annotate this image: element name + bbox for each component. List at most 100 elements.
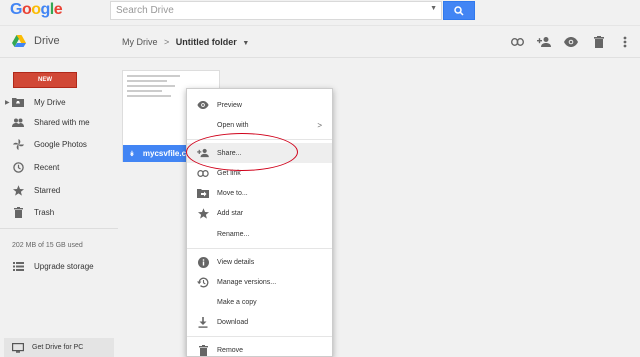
star-icon (12, 184, 24, 196)
my-drive-icon (12, 96, 24, 108)
toolbar: Drive My Drive > Untitled folder ▼ (0, 26, 640, 58)
info-icon (197, 256, 209, 268)
menu-item-label: Remove (217, 346, 244, 354)
sidebar-item-my-drive[interactable]: ▶ My Drive (0, 92, 118, 112)
get-link-button[interactable] (510, 35, 524, 49)
eye-icon (564, 37, 578, 47)
menu-item-label: Download (217, 318, 249, 326)
get-drive-for-pc-button[interactable]: Get Drive for PC (4, 338, 114, 357)
sidebar-item-starred[interactable]: Starred (0, 180, 118, 200)
menu-item-label: Move to... (217, 189, 248, 197)
menu-item-rename[interactable]: Rename... (187, 224, 332, 244)
app-title: Drive (34, 35, 60, 47)
menu-item-view-details[interactable]: View details (187, 252, 332, 272)
top-bar: Google Search Drive ▼ (0, 0, 640, 26)
menu-item-label: View details (217, 258, 255, 266)
sidebar-item-label: Starred (34, 185, 61, 195)
sidebar-item-shared-with-me[interactable]: Shared with me (0, 112, 118, 132)
sidebar-item-label: Shared with me (34, 117, 90, 127)
sidebar-item-google-photos[interactable]: Google Photos (0, 134, 118, 154)
folder-move-icon (197, 187, 209, 199)
menu-item-add-star[interactable]: Add star (187, 203, 332, 223)
history-icon (197, 276, 209, 288)
logo-letter: o (21, 1, 32, 18)
storage-quota: 202 MB of 15 GB used (12, 242, 83, 249)
menu-item-download[interactable]: Download (187, 312, 332, 332)
sidebar: NEW ▶ My Drive Shared with me Google Pho… (0, 58, 118, 357)
sidebar-item-label: Trash (34, 207, 55, 217)
trash-icon (594, 36, 604, 48)
search-icon (454, 5, 464, 16)
sidebar-item-trash[interactable]: Trash (0, 202, 118, 222)
trash-icon (197, 344, 209, 356)
menu-item-open-with[interactable]: Open with > (187, 115, 332, 135)
file-type-icon: ↡ (129, 150, 135, 158)
new-button[interactable]: NEW (13, 72, 77, 88)
menu-item-label: Add star (217, 209, 244, 217)
trash-icon (12, 206, 24, 218)
menu-item-get-link[interactable]: Get link (187, 163, 332, 183)
upgrade-storage-label: Upgrade storage (34, 261, 94, 271)
menu-item-move-to[interactable]: Move to... (187, 183, 332, 203)
logo-letter: g (40, 1, 51, 18)
remove-button[interactable] (592, 35, 606, 49)
menu-item-label: Manage versions... (217, 278, 277, 286)
search-placeholder: Search Drive (116, 5, 174, 16)
menu-item-label: Preview (217, 101, 242, 109)
share-button[interactable] (537, 35, 551, 49)
logo-letter: e (53, 1, 63, 18)
download-icon (197, 316, 209, 328)
search-button[interactable] (443, 1, 475, 20)
google-logo[interactable]: Google (10, 1, 63, 19)
menu-item-label: Rename... (217, 230, 250, 238)
upgrade-storage-link[interactable]: Upgrade storage (0, 256, 118, 276)
logo-letter: G (10, 1, 22, 18)
link-icon (510, 38, 524, 46)
menu-divider (187, 248, 332, 249)
sidebar-item-label: My Drive (34, 97, 66, 107)
menu-divider (187, 139, 332, 140)
menu-item-remove[interactable]: Remove (187, 340, 332, 357)
search-input[interactable]: Search Drive ▼ (110, 1, 442, 20)
logo-letter: o (31, 1, 41, 18)
preview-button[interactable] (564, 35, 578, 49)
chevron-down-icon[interactable]: ▼ (242, 40, 249, 47)
context-menu: Preview Open with > Share... Get link Mo… (186, 88, 333, 357)
drive-title[interactable]: Drive (12, 35, 60, 47)
get-drive-label: Get Drive for PC (32, 344, 84, 351)
expand-arrow-icon[interactable]: ▶ (5, 99, 10, 106)
star-icon (197, 207, 209, 219)
menu-item-label: Share... (217, 149, 242, 157)
more-vert-icon (623, 36, 627, 48)
breadcrumb-current[interactable]: Untitled folder (176, 37, 237, 47)
sidebar-divider (0, 228, 118, 229)
clock-icon (12, 161, 24, 173)
computer-icon (12, 342, 24, 353)
search-options-icon[interactable]: ▼ (430, 5, 437, 12)
drive-logo-icon (12, 35, 26, 47)
more-actions-button[interactable] (618, 35, 632, 49)
photos-pinwheel-icon (12, 138, 24, 150)
people-icon (12, 116, 24, 128)
person-add-icon (537, 37, 551, 47)
file-name: mycsvfile.c (142, 149, 187, 158)
menu-item-label: Make a copy (217, 298, 257, 306)
sidebar-item-recent[interactable]: Recent (0, 157, 118, 177)
menu-item-share[interactable]: Share... (187, 143, 332, 163)
link-icon (197, 167, 209, 179)
sidebar-item-label: Google Photos (34, 139, 87, 149)
menu-item-make-a-copy[interactable]: Make a copy (187, 292, 332, 312)
breadcrumb-separator: > (164, 37, 170, 47)
menu-item-manage-versions[interactable]: Manage versions... (187, 272, 332, 292)
menu-item-label: Open with (217, 121, 249, 129)
menu-item-label: Get link (217, 169, 241, 177)
breadcrumb: My Drive > Untitled folder ▼ (122, 37, 249, 47)
person-add-icon (197, 147, 209, 159)
eye-icon (197, 99, 209, 111)
menu-item-preview[interactable]: Preview (187, 95, 332, 115)
sidebar-item-label: Recent (34, 162, 60, 172)
submenu-arrow-icon: > (317, 120, 322, 130)
storage-icon (12, 260, 24, 272)
menu-divider (187, 336, 332, 337)
breadcrumb-root[interactable]: My Drive (122, 37, 158, 47)
